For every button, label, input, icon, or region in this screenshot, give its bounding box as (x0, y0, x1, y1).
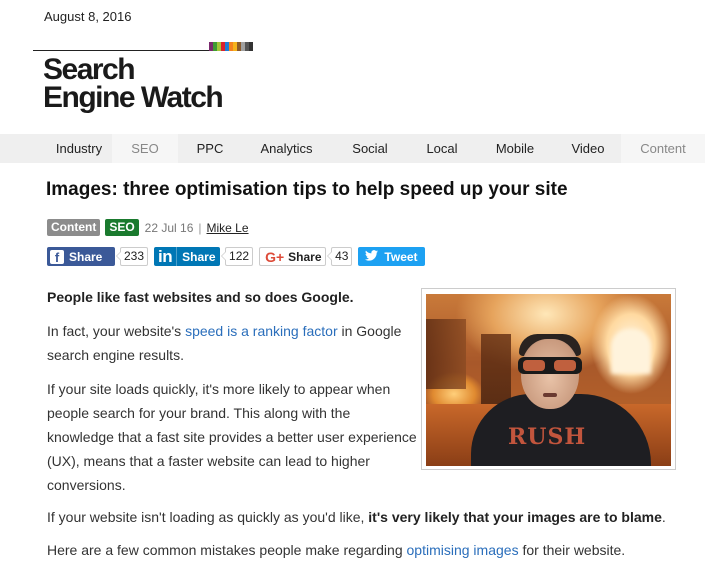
image-door (481, 334, 511, 409)
linkedin-share-button[interactable]: in Share (154, 246, 221, 267)
nav-item-mobile[interactable]: Mobile (475, 134, 555, 163)
googleplus-share-label: Share (288, 249, 322, 264)
article-image[interactable]: RUSH (426, 294, 671, 466)
googleplus-share-count: 43 (326, 247, 353, 266)
googleplus-share-button[interactable]: G+ Share (259, 247, 327, 266)
image-goggle-lens-right (554, 360, 576, 371)
article-paragraph-4: Here are a few common mistakes people ma… (47, 538, 625, 562)
logo-rule (33, 50, 209, 51)
facebook-share-count: 233 (115, 247, 149, 266)
main-nav: Industry SEO PPC Analytics Social Local … (0, 134, 705, 163)
article-paragraph-2: If your site loads quickly, it's more li… (47, 381, 417, 493)
tag-content[interactable]: Content (47, 219, 101, 236)
article-meta: Content SEO 22 Jul 16 | Mike Le (47, 219, 249, 236)
image-window (611, 329, 651, 374)
nav-item-industry[interactable]: Industry (46, 134, 112, 163)
article-title: Images: three optimisation tips to help … (46, 179, 568, 200)
ranking-factor-link[interactable]: speed is a ranking factor (185, 323, 338, 339)
page-date: August 8, 2016 (44, 9, 132, 24)
p3-bold-text: it's very likely that your images are to… (368, 509, 662, 525)
p4-text-after: for their website. (518, 542, 626, 558)
logo-stripe (249, 42, 253, 51)
image-wall-detail (426, 319, 466, 389)
nav-item-ppc[interactable]: PPC (178, 134, 242, 163)
article-paragraph-1: In fact, your website's speed is a ranki… (47, 319, 417, 367)
googleplus-icon: G+ (265, 248, 285, 265)
meta-separator: | (198, 220, 202, 235)
tag-seo[interactable]: SEO (105, 219, 139, 236)
facebook-share-button[interactable]: f Share (47, 247, 115, 266)
article-paragraph-3: If your website isn't loading as quickly… (47, 505, 666, 529)
author-link[interactable]: Mike Le (207, 221, 249, 235)
facebook-share-label: Share (69, 249, 103, 264)
linkedin-share-count: 122 (221, 247, 254, 266)
article-image-frame: RUSH (421, 288, 676, 470)
p4-text-before: Here are a few common mistakes people ma… (47, 542, 407, 558)
article-lead: People like fast websites and so does Go… (47, 289, 354, 305)
image-person-mouth (543, 393, 557, 397)
twitter-tweet-label: Tweet (384, 249, 418, 264)
p3-text-after: . (661, 509, 666, 525)
twitter-tweet-button[interactable]: Tweet (358, 247, 426, 266)
image-person-head (521, 339, 579, 409)
nav-item-video[interactable]: Video (555, 134, 621, 163)
linkedin-share-label: Share (182, 249, 216, 264)
image-shirt-text: RUSH (508, 424, 587, 450)
linkedin-icon: in (158, 246, 178, 267)
twitter-bird-icon (365, 249, 379, 264)
p1-text-before: In fact, your website's (47, 323, 186, 339)
facebook-icon: f (50, 249, 64, 264)
p3-text-before: If your website isn't loading as quickly… (47, 509, 369, 525)
site-logo[interactable]: Search Engine Watch (43, 53, 224, 114)
optimising-images-link[interactable]: optimising images (407, 542, 519, 558)
nav-item-social[interactable]: Social (331, 134, 409, 163)
article-body: People like fast websites and so does Go… (47, 285, 417, 507)
nav-item-seo[interactable]: SEO (112, 134, 178, 163)
nav-item-analytics[interactable]: Analytics (242, 134, 331, 163)
logo-line-1: Search (43, 53, 136, 86)
social-share-bar: f Share 233 in Share 122 G+ Share 43 Twe… (47, 246, 426, 267)
logo-line-2: Engine Watch (43, 81, 224, 114)
nav-item-local[interactable]: Local (409, 134, 475, 163)
logo-color-stripes (209, 42, 253, 51)
image-goggle-lens-left (523, 360, 545, 371)
article-date: 22 Jul 16 (144, 220, 194, 235)
nav-item-content[interactable]: Content (621, 134, 705, 163)
